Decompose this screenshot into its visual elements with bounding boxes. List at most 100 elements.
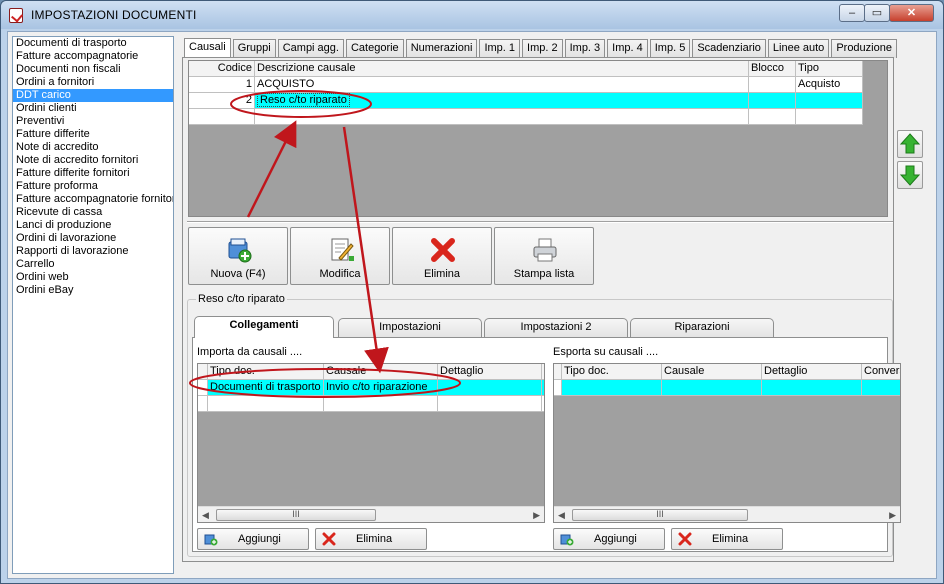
header-description[interactable]: Descrizione causale (255, 61, 749, 77)
close-button[interactable]: ✕ (889, 4, 934, 22)
tab-scadenziario[interactable]: Scadenziario (692, 39, 766, 58)
list-item[interactable]: Note di accredito fornitori (13, 154, 173, 167)
list-item[interactable]: Ordini clienti (13, 102, 173, 115)
tab-imp-4[interactable]: Imp. 4 (607, 39, 648, 58)
header-blocco[interactable]: Blocco (749, 61, 796, 77)
tab-categorie[interactable]: Categorie (345, 39, 404, 58)
delete-button[interactable]: Elimina (392, 227, 492, 285)
list-item[interactable]: Ordini eBay (13, 284, 173, 297)
import-grid[interactable]: Tipo doc. Causale Dettaglio Documenti di… (197, 363, 545, 523)
list-item[interactable]: Fatture accompagnatorie (13, 50, 173, 63)
table-row-empty[interactable] (198, 396, 544, 412)
list-item[interactable]: Note di accredito (13, 141, 173, 154)
table-row[interactable]: 1 ACQUISTO Acquisto (189, 77, 863, 93)
import-delete-button[interactable]: Elimina (315, 528, 427, 550)
list-item[interactable]: Rapporti di lavorazione (13, 245, 173, 258)
row-indicator-header (198, 364, 208, 380)
header-dettaglio[interactable]: Dettaglio (762, 364, 862, 380)
export-add-button[interactable]: Aggiungi (553, 528, 665, 550)
tab-imp-2[interactable]: Imp. 2 (522, 39, 563, 58)
scroll-thumb[interactable]: III (572, 509, 748, 521)
subtab-impostazioni[interactable]: Impostazioni (338, 318, 482, 337)
new-button[interactable]: Nuova (F4) (188, 227, 288, 285)
client-area: Documenti di trasporto Fatture accompagna… (7, 31, 937, 579)
export-grid[interactable]: Tipo doc. Causale Dettaglio Conversi (553, 363, 901, 523)
subtab-collegamenti[interactable]: Collegamenti (194, 316, 334, 338)
list-item[interactable]: Ricevute di cassa (13, 206, 173, 219)
export-horizontal-scrollbar[interactable]: ◀ III ▶ (554, 506, 900, 522)
window-title: IMPOSTAZIONI DOCUMENTI (31, 8, 197, 22)
table-row-selected[interactable] (554, 380, 900, 396)
causali-grid[interactable]: Codice Descrizione causale Blocco Tipo 1… (188, 60, 888, 217)
empty-cell (762, 380, 862, 396)
list-item[interactable]: Fatture differite fornitori (13, 167, 173, 180)
scroll-thumb[interactable]: III (216, 509, 376, 521)
list-item[interactable]: Ordini di lavorazione (13, 232, 173, 245)
list-item[interactable]: Fatture differite (13, 128, 173, 141)
table-row-empty[interactable] (189, 109, 863, 125)
list-item[interactable]: Carrello (13, 258, 173, 271)
import-add-button[interactable]: Aggiungi (197, 528, 309, 550)
edit-button-label: Modifica (319, 268, 361, 280)
tab-campi-agg[interactable]: Campi agg. (277, 39, 344, 58)
list-item[interactable]: Preventivi (13, 115, 173, 128)
scroll-left-icon[interactable]: ◀ (558, 510, 565, 521)
list-item[interactable]: Documenti di trasporto (13, 37, 173, 50)
table-row-selected[interactable]: 2 Reso c/to riparato (189, 93, 863, 109)
scroll-right-icon[interactable]: ▶ (533, 510, 540, 521)
edit-icon (331, 238, 354, 261)
row-indicator (198, 380, 208, 396)
header-causale[interactable]: Causale (324, 364, 438, 380)
list-item[interactable]: Documenti non fiscali (13, 63, 173, 76)
list-item[interactable]: DDT carico (13, 89, 173, 102)
import-delete-label: Elimina (356, 533, 393, 545)
header-dettaglio[interactable]: Dettaglio (438, 364, 542, 380)
import-horizontal-scrollbar[interactable]: ◀ III ▶ (198, 506, 544, 522)
list-item[interactable]: Fatture proforma (13, 180, 173, 193)
causali-grid-header: Codice Descrizione causale Blocco Tipo (189, 61, 863, 77)
tab-imp-5[interactable]: Imp. 5 (649, 39, 691, 58)
tab-imp-1[interactable]: Imp. 1 (479, 39, 521, 58)
header-tipo-doc[interactable]: Tipo doc. (562, 364, 662, 380)
header-tipo-doc[interactable]: Tipo doc. (208, 364, 324, 380)
table-row-selected[interactable]: Documenti di trasporto Invio c/to ripara… (198, 380, 544, 396)
header-code[interactable]: Codice (189, 61, 255, 77)
causale-detail-group: Reso c/to riparato Collegamenti Impostaz… (187, 293, 901, 557)
row-code: 2 (189, 93, 255, 109)
subtab-impostazioni-2[interactable]: Impostazioni 2 (484, 318, 628, 337)
row-tipo-doc: Documenti di trasporto (208, 380, 324, 396)
tab-linee-auto[interactable]: Linee auto (767, 39, 830, 58)
list-item[interactable]: Ordini a fornitori (13, 76, 173, 89)
title-bar[interactable]: IMPOSTAZIONI DOCUMENTI ‒ ▭ ✕ (1, 1, 943, 29)
minimize-button[interactable]: ‒ (839, 4, 865, 22)
settings-area: Causali Gruppi Campi agg. Categorie Numerazi… (178, 36, 934, 574)
tab-produzione[interactable]: Produzione (831, 39, 897, 58)
delete-x-icon (322, 532, 336, 546)
header-tipo[interactable]: Tipo (796, 61, 863, 77)
tab-numerazioni[interactable]: Numerazioni (405, 39, 478, 58)
scroll-left-icon[interactable]: ◀ (202, 510, 209, 521)
list-item[interactable]: Ordini web (13, 271, 173, 284)
tab-imp-3[interactable]: Imp. 3 (564, 39, 606, 58)
scroll-right-icon[interactable]: ▶ (889, 510, 896, 521)
subtab-riparazioni[interactable]: Riparazioni (630, 318, 774, 337)
document-type-list[interactable]: Documenti di trasporto Fatture accompagna… (12, 36, 174, 574)
edit-button[interactable]: Modifica (290, 227, 390, 285)
import-label: Importa da causali .... (197, 346, 303, 358)
print-list-button[interactable]: Stampa lista (494, 227, 594, 285)
list-item[interactable]: Fatture accompagnatorie fornitori (13, 193, 173, 206)
header-conversione[interactable]: Conversi (862, 364, 900, 380)
group-title: Reso c/to riparato (196, 293, 287, 305)
move-up-button[interactable] (897, 130, 923, 158)
import-add-label: Aggiungi (238, 533, 281, 545)
empty-cell (255, 109, 749, 125)
header-causale[interactable]: Causale (662, 364, 762, 380)
empty-cell (662, 380, 762, 396)
move-down-button[interactable] (897, 161, 923, 189)
tab-causali[interactable]: Causali (184, 38, 231, 58)
list-item[interactable]: Lanci di produzione (13, 219, 173, 232)
maximize-button[interactable]: ▭ (864, 4, 890, 22)
export-delete-button[interactable]: Elimina (671, 528, 783, 550)
tab-gruppi[interactable]: Gruppi (232, 39, 276, 58)
row-code: 1 (189, 77, 255, 93)
